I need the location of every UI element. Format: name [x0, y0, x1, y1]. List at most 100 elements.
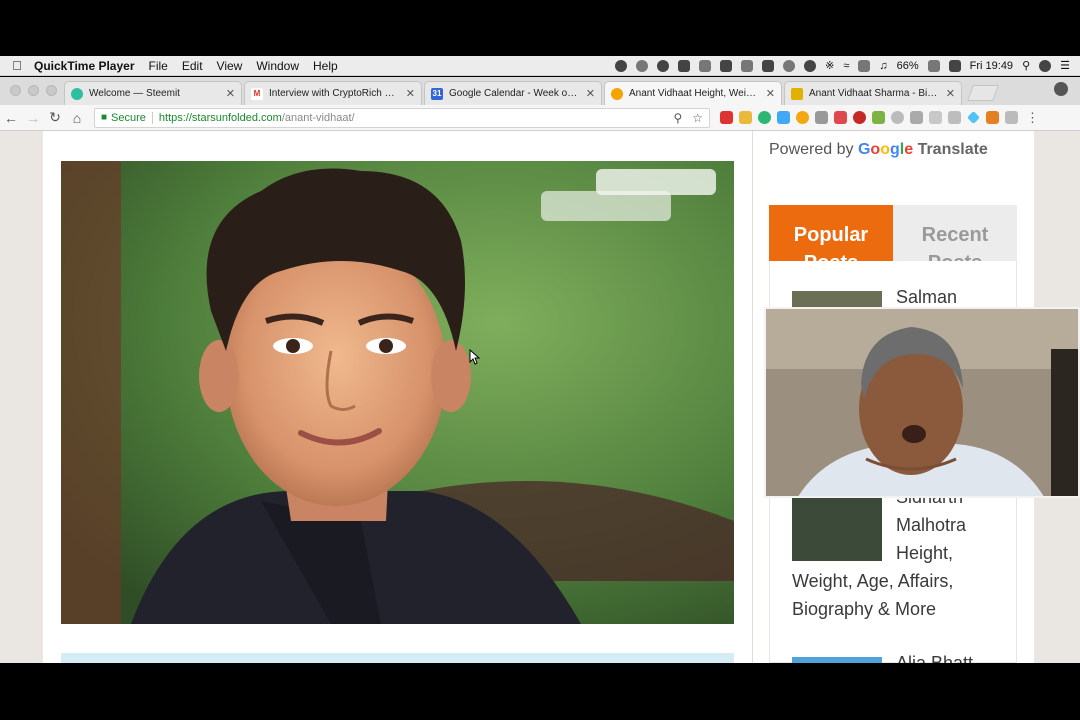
extension-icon[interactable]	[853, 111, 866, 124]
post-thumbnail[interactable]	[792, 657, 882, 663]
close-window-button[interactable]	[10, 85, 21, 96]
address-bar[interactable]: ■ Secure https://starsunfolded.com /anan…	[94, 107, 710, 128]
close-tab-icon[interactable]: ✕	[586, 87, 595, 100]
s-icon[interactable]	[762, 59, 775, 72]
extension-icon[interactable]	[986, 111, 999, 124]
window-controls	[10, 85, 57, 96]
extension-icon[interactable]	[796, 111, 809, 124]
close-tab-icon[interactable]: ✕	[766, 87, 775, 100]
extension-icon[interactable]	[929, 111, 942, 124]
back-arrow-icon[interactable]: ←	[0, 110, 22, 126]
apple-menu-icon[interactable]: 	[0, 58, 34, 73]
siri-icon[interactable]	[1039, 59, 1052, 72]
creative-cloud-icon[interactable]	[636, 59, 649, 72]
extension-icon[interactable]	[910, 111, 923, 124]
close-tab-icon[interactable]: ✕	[946, 87, 955, 100]
tab-imdb[interactable]: Anant Vidhaat Sharma - Biogra ✕	[784, 81, 962, 105]
extension-icon[interactable]	[815, 111, 828, 124]
tab-gmail[interactable]: M Interview with CryptoRich ? - s ✕	[244, 81, 422, 105]
browser-toolbar: ← → ↻ ⌂ ■ Secure https://starsunfolded.c…	[0, 105, 1080, 131]
menu-edit[interactable]: Edit	[182, 59, 203, 73]
starsunfolded-icon	[611, 87, 623, 100]
post-title-line[interactable]: Malhotra	[896, 511, 966, 539]
imdb-icon	[791, 87, 803, 100]
secure-label: Secure	[111, 111, 146, 124]
tab-popular-posts[interactable]: Popular Posts	[769, 205, 893, 261]
posts-tabs: Popular Posts Recent Posts	[769, 205, 1017, 261]
cloud-icon[interactable]	[699, 59, 712, 72]
bookmark-star-icon[interactable]: ☆	[692, 111, 703, 125]
profile-icon[interactable]	[1054, 82, 1068, 96]
reload-icon[interactable]: ↻	[44, 109, 66, 126]
tab-title: Interview with CryptoRich ? - s	[269, 88, 400, 99]
close-tab-icon[interactable]: ✕	[406, 87, 415, 100]
tab-title: Anant Vidhaat Height, Weight,	[629, 88, 760, 99]
content-strip	[61, 653, 734, 663]
extension-icon[interactable]	[891, 111, 904, 124]
airplay-icon[interactable]	[858, 59, 871, 72]
battery-icon[interactable]	[927, 59, 940, 72]
post-title[interactable]: Alia Bhatt	[896, 649, 973, 663]
zoom-window-button[interactable]	[46, 85, 57, 96]
post-title-line[interactable]: Biography & More	[792, 595, 936, 623]
featured-photo	[61, 161, 734, 624]
home-icon[interactable]: ⌂	[66, 110, 88, 126]
extension-icon[interactable]	[1005, 111, 1018, 124]
extension-icon[interactable]	[872, 111, 885, 124]
menu-window[interactable]: Window	[256, 59, 299, 73]
forward-arrow-icon[interactable]: →	[22, 110, 44, 126]
battery-percent[interactable]: 66%	[897, 60, 919, 72]
webcam-overlay[interactable]	[764, 307, 1080, 498]
tab-recent-posts[interactable]: Recent Posts	[893, 205, 1017, 261]
extensions-bar	[720, 111, 1018, 124]
calendar-icon: 31	[431, 87, 443, 100]
menu-file[interactable]: File	[149, 59, 168, 73]
menu-help[interactable]: Help	[313, 59, 338, 73]
post-title-line[interactable]: Weight, Age, Affairs,	[792, 567, 953, 595]
extension-icon[interactable]	[967, 111, 980, 124]
dropbox-icon[interactable]	[678, 59, 691, 72]
extension-icon[interactable]	[758, 111, 771, 124]
extension-icon[interactable]	[948, 111, 961, 124]
browser-tab-strip: Welcome — Steemit ✕ M Interview with Cry…	[0, 77, 1080, 105]
wifi-icon[interactable]: ≈	[843, 60, 849, 72]
file-icon[interactable]	[741, 59, 754, 72]
article-column	[43, 131, 752, 663]
tab-steemit[interactable]: Welcome — Steemit ✕	[64, 81, 242, 105]
tab-title: Google Calendar - Week of 21	[449, 88, 580, 99]
spotlight-search-icon[interactable]: ⚲	[1022, 59, 1030, 72]
clock[interactable]: Fri 19:49	[970, 60, 1013, 72]
tab-anant-vidhaat-height[interactable]: Anant Vidhaat Height, Weight, ✕	[604, 81, 782, 105]
gmail-icon: M	[251, 87, 263, 100]
close-tab-icon[interactable]: ✕	[226, 87, 235, 100]
new-tab-button[interactable]	[967, 85, 999, 101]
mouse-cursor-icon	[469, 349, 481, 365]
extension-icon[interactable]	[739, 111, 752, 124]
extension-icon[interactable]	[834, 111, 847, 124]
extension-icon[interactable]	[777, 111, 790, 124]
google-translate-credit[interactable]: Powered by Google Translate	[769, 141, 988, 159]
post-thumbnail[interactable]	[792, 497, 882, 561]
app-menu-quicktime[interactable]: QuickTime Player	[34, 59, 135, 73]
lock-icon: ■	[101, 112, 108, 123]
do-not-disturb-icon[interactable]	[783, 59, 796, 72]
post-title-line[interactable]: Height,	[896, 539, 953, 567]
evernote-icon[interactable]	[720, 59, 733, 72]
time-machine-icon[interactable]	[804, 59, 817, 72]
input-source-icon[interactable]	[948, 59, 961, 72]
google-logo: Google	[857, 141, 914, 158]
url-path: /anant-vidhaat/	[281, 111, 355, 124]
status-tray: ※ ≈ ♫ 66% Fri 19:49 ⚲ ☰	[615, 59, 1080, 72]
notification-center-icon[interactable]: ☰	[1060, 59, 1070, 72]
volume-icon[interactable]: ♫	[879, 60, 887, 72]
browser-menu-icon[interactable]: ⋮	[1026, 110, 1039, 126]
skype-icon[interactable]	[657, 59, 670, 72]
bluetooth-icon[interactable]: ※	[825, 59, 834, 72]
record-icon[interactable]	[615, 59, 628, 72]
url-host: https://starsunfolded.com	[158, 111, 282, 124]
menu-view[interactable]: View	[217, 59, 243, 73]
minimize-window-button[interactable]	[28, 85, 39, 96]
zoom-icon[interactable]: ⚲	[673, 111, 682, 125]
tab-google-calendar[interactable]: 31 Google Calendar - Week of 21 ✕	[424, 81, 602, 105]
extension-icon[interactable]	[720, 111, 733, 124]
